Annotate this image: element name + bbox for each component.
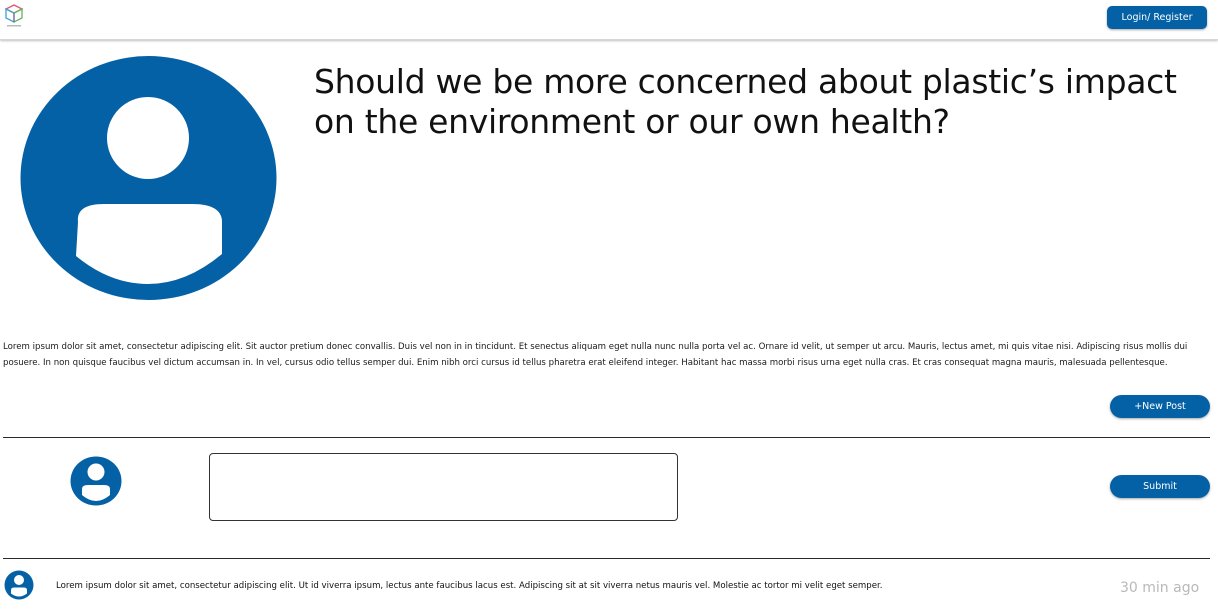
reply-text: Lorem ipsum dolor sit amet, consectetur … (56, 581, 883, 591)
post-author-avatar (20, 56, 277, 300)
section-divider (3, 558, 1210, 559)
user-circle-icon (20, 56, 277, 300)
cube-logo-icon (4, 4, 24, 27)
discussion-page: Login/ Register Should we be more concer… (0, 0, 1218, 611)
post-title: Should we be more concerned about plasti… (314, 62, 1177, 141)
comment-input[interactable] (209, 453, 678, 521)
reply-user-avatar (4, 570, 34, 600)
comment-user-avatar (70, 456, 122, 506)
site-logo[interactable] (4, 4, 24, 30)
user-circle-icon (70, 456, 122, 506)
post-description: Lorem ipsum dolor sit amet, consectetur … (3, 342, 1188, 368)
user-circle-icon (4, 570, 34, 600)
new-post-button[interactable]: +New Post (1110, 395, 1210, 418)
submit-button[interactable]: Submit (1110, 475, 1210, 498)
reply-timestamp: 30 min ago (1120, 580, 1200, 596)
section-divider (3, 437, 1210, 438)
login-register-button[interactable]: Login/ Register (1107, 6, 1207, 29)
top-navbar: Login/ Register (0, 0, 1218, 40)
